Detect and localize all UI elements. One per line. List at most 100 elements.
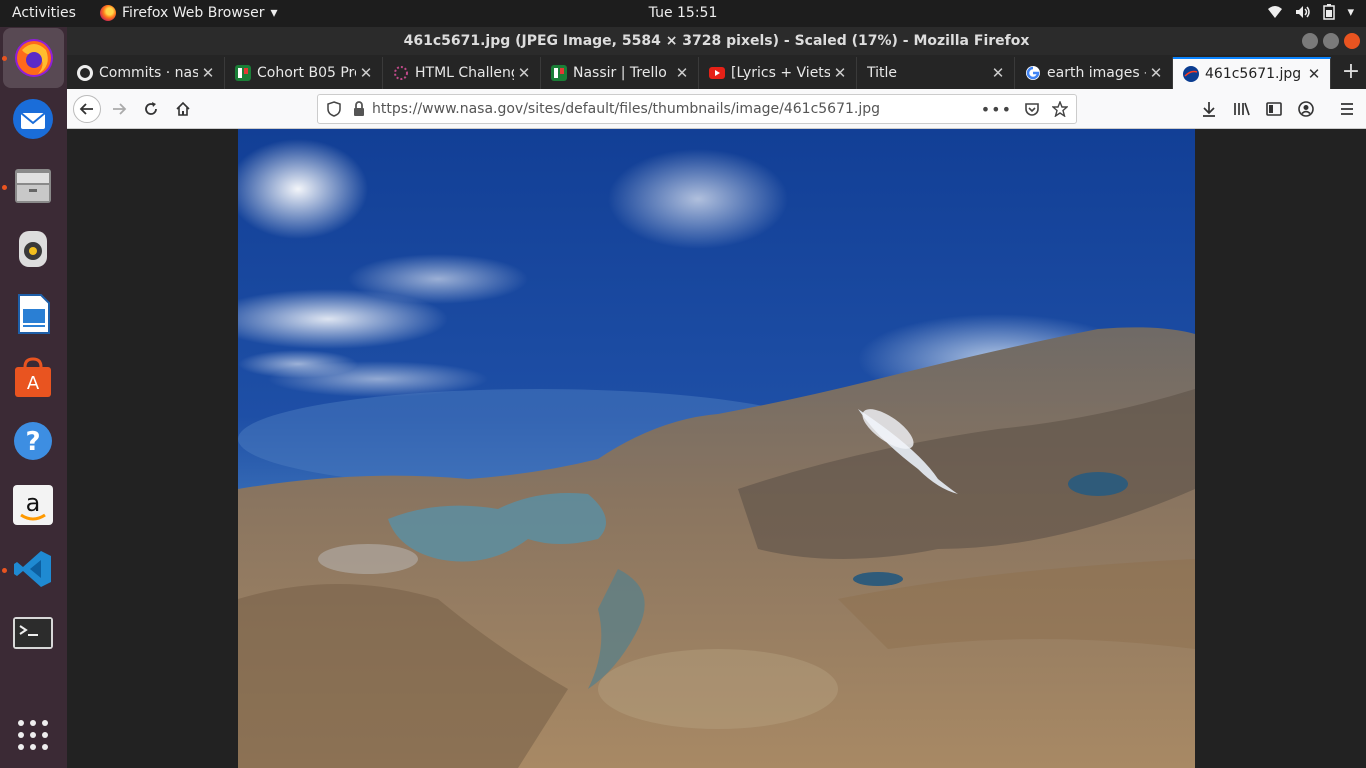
running-indicator	[2, 56, 7, 61]
svg-text:?: ?	[25, 427, 40, 457]
tab-label: Cohort B05 Pro	[257, 65, 356, 81]
tab-title[interactable]: Title ✕	[857, 57, 1015, 89]
menu-button[interactable]	[1333, 95, 1361, 123]
close-tab-icon[interactable]: ✕	[988, 64, 1008, 82]
dock-terminal[interactable]	[9, 609, 57, 657]
hamburger-menu-icon	[1341, 103, 1353, 115]
account-icon	[1298, 101, 1314, 117]
close-tab-icon[interactable]: ✕	[514, 64, 534, 82]
downloads-button[interactable]	[1195, 95, 1223, 123]
library-icon	[1234, 102, 1250, 116]
dock-software[interactable]: A	[9, 353, 57, 401]
software-icon: A	[15, 357, 51, 397]
dock-show-applications[interactable]	[9, 711, 57, 759]
minimize-button[interactable]	[1302, 33, 1318, 49]
tab-label: 461c5671.jpg (	[1205, 66, 1304, 82]
app-menu-label: Firefox Web Browser	[122, 5, 265, 21]
earth-photo-svg	[238, 129, 1195, 768]
tab-strip: Commits · nass ✕ Cohort B05 Pro ✕ HTML C…	[67, 55, 1366, 89]
dock-help[interactable]: ?	[9, 417, 57, 465]
svg-text:A: A	[27, 373, 40, 394]
star-icon[interactable]	[1052, 101, 1068, 117]
download-icon	[1203, 102, 1215, 117]
new-tab-button[interactable]: +	[1336, 57, 1366, 89]
close-tab-icon[interactable]: ✕	[198, 64, 218, 82]
sidebar-button[interactable]	[1260, 95, 1288, 123]
home-button[interactable]	[169, 95, 197, 123]
navigation-toolbar: https://www.nasa.gov/sites/default/files…	[67, 89, 1366, 129]
library-button[interactable]	[1228, 95, 1256, 123]
github-icon	[77, 65, 93, 81]
url-text: https://www.nasa.gov/sites/default/files…	[372, 101, 881, 117]
activities-button[interactable]: Activities	[12, 5, 76, 21]
close-tab-icon[interactable]: ✕	[672, 64, 692, 82]
gnome-top-bar: Activities Firefox Web Browser ▾ Tue 15:…	[0, 0, 1366, 27]
rhythmbox-icon	[19, 231, 47, 267]
dock-amazon[interactable]: a	[9, 481, 57, 529]
svg-text:a: a	[26, 489, 41, 517]
window-titlebar[interactable]: 461c5671.jpg (JPEG Image, 5584 × 3728 pi…	[67, 27, 1366, 55]
apps-grid-icon	[18, 720, 48, 750]
tab-earth-images[interactable]: earth images - ✕	[1015, 57, 1173, 89]
close-tab-icon[interactable]: ✕	[1146, 64, 1166, 82]
window-title: 461c5671.jpg (JPEG Image, 5584 × 3728 pi…	[403, 33, 1030, 49]
dock-vscode[interactable]	[9, 545, 57, 593]
close-window-button[interactable]	[1344, 33, 1360, 49]
page-actions-icon[interactable]: •••	[981, 100, 1012, 119]
maximize-button[interactable]	[1323, 33, 1339, 49]
writer-icon	[18, 294, 50, 334]
close-tab-icon[interactable]: ✕	[356, 64, 376, 82]
sidebar-icon	[1266, 102, 1282, 116]
pocket-icon[interactable]	[1024, 101, 1040, 117]
app-menu[interactable]: Firefox Web Browser ▾	[100, 5, 278, 21]
nasa-icon	[1183, 66, 1199, 82]
chevron-down-icon: ▾	[1347, 4, 1354, 20]
earth-photo-image[interactable]	[238, 129, 1195, 768]
volume-icon	[1296, 6, 1311, 18]
running-indicator	[2, 568, 7, 573]
google-icon	[1026, 66, 1040, 80]
ubuntu-dock: A ? a	[0, 27, 67, 768]
tab-lyrics[interactable]: [Lyrics + Vietsu ✕	[699, 57, 857, 89]
arrow-right-icon	[113, 103, 127, 115]
dock-firefox[interactable]	[3, 28, 64, 88]
wifi-icon	[1268, 6, 1283, 18]
files-icon	[15, 169, 51, 203]
battery-icon	[1323, 4, 1336, 20]
vscode-icon	[14, 551, 51, 587]
tab-commits[interactable]: Commits · nass ✕	[67, 57, 225, 89]
tab-current-image[interactable]: 461c5671.jpg ( ✕	[1173, 57, 1331, 89]
lock-icon	[354, 101, 364, 116]
system-tray[interactable]: ▾	[1267, 4, 1354, 20]
tab-label: Title	[867, 65, 898, 81]
url-bar[interactable]: https://www.nasa.gov/sites/default/files…	[317, 94, 1077, 124]
clock[interactable]: Tue 15:51	[649, 5, 718, 21]
close-tab-icon[interactable]: ✕	[830, 64, 850, 82]
chevron-down-icon: ▾	[270, 5, 278, 21]
dock-writer[interactable]	[9, 289, 57, 337]
firefox-icon	[100, 5, 116, 21]
youtube-icon	[709, 67, 725, 79]
help-icon: ?	[14, 422, 52, 460]
reload-button[interactable]	[137, 95, 165, 123]
tab-label: [Lyrics + Vietsu	[731, 65, 830, 81]
tab-cohort[interactable]: Cohort B05 Pro ✕	[225, 57, 383, 89]
shield-icon	[327, 101, 341, 117]
back-button[interactable]	[73, 95, 101, 123]
forward-button[interactable]	[105, 95, 133, 123]
account-button[interactable]	[1292, 95, 1320, 123]
tab-trello[interactable]: Nassir | Trello ✕	[541, 57, 699, 89]
amazon-icon: a	[13, 485, 53, 525]
thunderbird-icon	[13, 99, 53, 139]
close-tab-icon[interactable]: ✕	[1304, 65, 1324, 83]
terminal-icon	[13, 617, 53, 649]
reload-icon	[145, 102, 157, 115]
tab-html-challenge[interactable]: HTML Challeng ✕	[383, 57, 541, 89]
dock-files[interactable]	[9, 161, 57, 209]
dock-thunderbird[interactable]	[9, 95, 57, 143]
dock-rhythmbox[interactable]	[9, 225, 57, 273]
trello-icon	[235, 65, 251, 81]
arrow-left-icon	[79, 103, 93, 115]
tab-label: Commits · nass	[99, 65, 198, 81]
home-icon	[176, 101, 190, 116]
